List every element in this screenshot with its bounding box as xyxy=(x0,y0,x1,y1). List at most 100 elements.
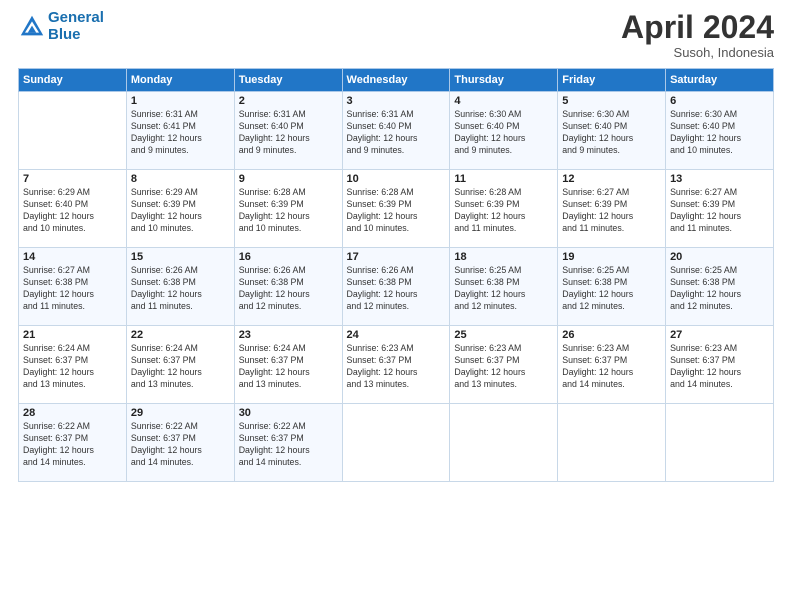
calendar-cell: 18Sunrise: 6:25 AM Sunset: 6:38 PM Dayli… xyxy=(450,248,558,326)
logo: General Blue xyxy=(18,10,104,43)
day-number: 1 xyxy=(131,95,230,107)
day-number: 13 xyxy=(670,173,769,185)
calendar-cell: 26 Sunrise: 6:23 AM Sunset: 6:37 PM Dayli… xyxy=(558,326,666,404)
cell-info: Sunrise: 6:23 AM Sunset: 6:37 PM Dayligh… xyxy=(562,343,661,391)
day-number: 11 xyxy=(454,173,553,185)
cell-info: Sunrise: 6:26 AM Sunset: 6:38 PM Dayligh… xyxy=(239,265,338,313)
calendar-cell: 10 Sunrise: 6:28 AM Sunset: 6:39 PM Dayli… xyxy=(342,170,450,248)
cell-info: Sunrise: 6:28 AM Sunset: 6:39 PM Dayligh… xyxy=(239,187,338,235)
cell-info: Sunrise: 6:30 AM Sunset: 6:40 PM Dayligh… xyxy=(670,109,769,157)
day-number: 6 xyxy=(670,95,769,107)
cell-info: Sunrise: 6:25 AM Sunset: 6:38 PM Dayligh… xyxy=(670,265,769,313)
calendar-cell: 17Sunrise: 6:26 AM Sunset: 6:38 PM Dayli… xyxy=(342,248,450,326)
cell-info: Sunrise: 6:24 AM Sunset: 6:37 PM Dayligh… xyxy=(131,343,230,391)
cell-info: Sunrise: 6:22 AM Sunset: 6:37 PM Dayligh… xyxy=(23,421,122,469)
col-header-friday: Friday xyxy=(558,69,666,92)
col-header-saturday: Saturday xyxy=(666,69,774,92)
calendar-cell: 11 Sunrise: 6:28 AM Sunset: 6:39 PM Dayli… xyxy=(450,170,558,248)
calendar-cell xyxy=(342,404,450,482)
calendar-cell: 16Sunrise: 6:26 AM Sunset: 6:38 PM Dayli… xyxy=(234,248,342,326)
calendar-cell: 28 Sunrise: 6:22 AM Sunset: 6:37 PM Dayli… xyxy=(19,404,127,482)
day-number: 28 xyxy=(23,407,122,419)
day-number: 2 xyxy=(239,95,338,107)
col-header-wednesday: Wednesday xyxy=(342,69,450,92)
cell-info: Sunrise: 6:29 AM Sunset: 6:39 PM Dayligh… xyxy=(131,187,230,235)
day-number: 9 xyxy=(239,173,338,185)
cell-info: Sunrise: 6:27 AM Sunset: 6:39 PM Dayligh… xyxy=(670,187,769,235)
calendar-cell: 24 Sunrise: 6:23 AM Sunset: 6:37 PM Dayli… xyxy=(342,326,450,404)
day-number: 4 xyxy=(454,95,553,107)
day-number: 23 xyxy=(239,329,338,341)
cell-info: Sunrise: 6:24 AM Sunset: 6:37 PM Dayligh… xyxy=(23,343,122,391)
cell-info: Sunrise: 6:27 AM Sunset: 6:38 PM Dayligh… xyxy=(23,265,122,313)
page: General Blue April 2024 Susoh, Indonesia… xyxy=(0,0,792,612)
col-header-thursday: Thursday xyxy=(450,69,558,92)
col-header-tuesday: Tuesday xyxy=(234,69,342,92)
calendar-cell: 22 Sunrise: 6:24 AM Sunset: 6:37 PM Dayli… xyxy=(126,326,234,404)
week-row-1: 1 Sunrise: 6:31 AM Sunset: 6:41 PM Daylig… xyxy=(19,92,774,170)
day-number: 26 xyxy=(562,329,661,341)
cell-info: Sunrise: 6:28 AM Sunset: 6:39 PM Dayligh… xyxy=(454,187,553,235)
cell-info: Sunrise: 6:31 AM Sunset: 6:40 PM Dayligh… xyxy=(239,109,338,157)
week-row-2: 7Sunrise: 6:29 AM Sunset: 6:40 PM Daylig… xyxy=(19,170,774,248)
day-number: 17 xyxy=(347,251,446,263)
calendar-cell: 15Sunrise: 6:26 AM Sunset: 6:38 PM Dayli… xyxy=(126,248,234,326)
calendar-table: SundayMondayTuesdayWednesdayThursdayFrid… xyxy=(18,68,774,482)
calendar-cell: 29 Sunrise: 6:22 AM Sunset: 6:37 PM Dayli… xyxy=(126,404,234,482)
calendar-cell: 27 Sunrise: 6:23 AM Sunset: 6:37 PM Dayli… xyxy=(666,326,774,404)
day-number: 10 xyxy=(347,173,446,185)
calendar-cell xyxy=(558,404,666,482)
week-row-5: 28 Sunrise: 6:22 AM Sunset: 6:37 PM Dayli… xyxy=(19,404,774,482)
calendar-cell: 4 Sunrise: 6:30 AM Sunset: 6:40 PM Daylig… xyxy=(450,92,558,170)
month-title: April 2024 xyxy=(621,10,774,45)
day-number: 24 xyxy=(347,329,446,341)
cell-info: Sunrise: 6:23 AM Sunset: 6:37 PM Dayligh… xyxy=(454,343,553,391)
calendar-cell xyxy=(666,404,774,482)
cell-info: Sunrise: 6:30 AM Sunset: 6:40 PM Dayligh… xyxy=(454,109,553,157)
cell-info: Sunrise: 6:27 AM Sunset: 6:39 PM Dayligh… xyxy=(562,187,661,235)
day-number: 22 xyxy=(131,329,230,341)
col-header-monday: Monday xyxy=(126,69,234,92)
day-number: 14 xyxy=(23,251,122,263)
header: General Blue April 2024 Susoh, Indonesia xyxy=(18,10,774,60)
day-number: 29 xyxy=(131,407,230,419)
calendar-cell: 1 Sunrise: 6:31 AM Sunset: 6:41 PM Daylig… xyxy=(126,92,234,170)
header-row: SundayMondayTuesdayWednesdayThursdayFrid… xyxy=(19,69,774,92)
col-header-sunday: Sunday xyxy=(19,69,127,92)
day-number: 18 xyxy=(454,251,553,263)
cell-info: Sunrise: 6:23 AM Sunset: 6:37 PM Dayligh… xyxy=(670,343,769,391)
calendar-cell xyxy=(19,92,127,170)
cell-info: Sunrise: 6:31 AM Sunset: 6:40 PM Dayligh… xyxy=(347,109,446,157)
calendar-cell xyxy=(450,404,558,482)
calendar-cell: 14 Sunrise: 6:27 AM Sunset: 6:38 PM Dayli… xyxy=(19,248,127,326)
day-number: 5 xyxy=(562,95,661,107)
cell-info: Sunrise: 6:23 AM Sunset: 6:37 PM Dayligh… xyxy=(347,343,446,391)
calendar-cell: 30Sunrise: 6:22 AM Sunset: 6:37 PM Dayli… xyxy=(234,404,342,482)
cell-info: Sunrise: 6:31 AM Sunset: 6:41 PM Dayligh… xyxy=(131,109,230,157)
calendar-cell: 7Sunrise: 6:29 AM Sunset: 6:40 PM Daylig… xyxy=(19,170,127,248)
calendar-cell: 3 Sunrise: 6:31 AM Sunset: 6:40 PM Daylig… xyxy=(342,92,450,170)
day-number: 7 xyxy=(23,173,122,185)
title-block: April 2024 Susoh, Indonesia xyxy=(621,10,774,60)
day-number: 3 xyxy=(347,95,446,107)
day-number: 27 xyxy=(670,329,769,341)
location: Susoh, Indonesia xyxy=(621,45,774,60)
week-row-3: 14 Sunrise: 6:27 AM Sunset: 6:38 PM Dayli… xyxy=(19,248,774,326)
calendar-cell: 23 Sunrise: 6:24 AM Sunset: 6:37 PM Dayli… xyxy=(234,326,342,404)
day-number: 30 xyxy=(239,407,338,419)
day-number: 8 xyxy=(131,173,230,185)
calendar-cell: 21 Sunrise: 6:24 AM Sunset: 6:37 PM Dayli… xyxy=(19,326,127,404)
day-number: 15 xyxy=(131,251,230,263)
calendar-cell: 8 Sunrise: 6:29 AM Sunset: 6:39 PM Daylig… xyxy=(126,170,234,248)
cell-info: Sunrise: 6:22 AM Sunset: 6:37 PM Dayligh… xyxy=(131,421,230,469)
calendar-cell: 20Sunrise: 6:25 AM Sunset: 6:38 PM Dayli… xyxy=(666,248,774,326)
cell-info: Sunrise: 6:24 AM Sunset: 6:37 PM Dayligh… xyxy=(239,343,338,391)
calendar-cell: 2 Sunrise: 6:31 AM Sunset: 6:40 PM Daylig… xyxy=(234,92,342,170)
calendar-cell: 5Sunrise: 6:30 AM Sunset: 6:40 PM Daylig… xyxy=(558,92,666,170)
day-number: 12 xyxy=(562,173,661,185)
logo-text: General Blue xyxy=(48,10,104,43)
day-number: 19 xyxy=(562,251,661,263)
calendar-cell: 25Sunrise: 6:23 AM Sunset: 6:37 PM Dayli… xyxy=(450,326,558,404)
cell-info: Sunrise: 6:28 AM Sunset: 6:39 PM Dayligh… xyxy=(347,187,446,235)
day-number: 21 xyxy=(23,329,122,341)
